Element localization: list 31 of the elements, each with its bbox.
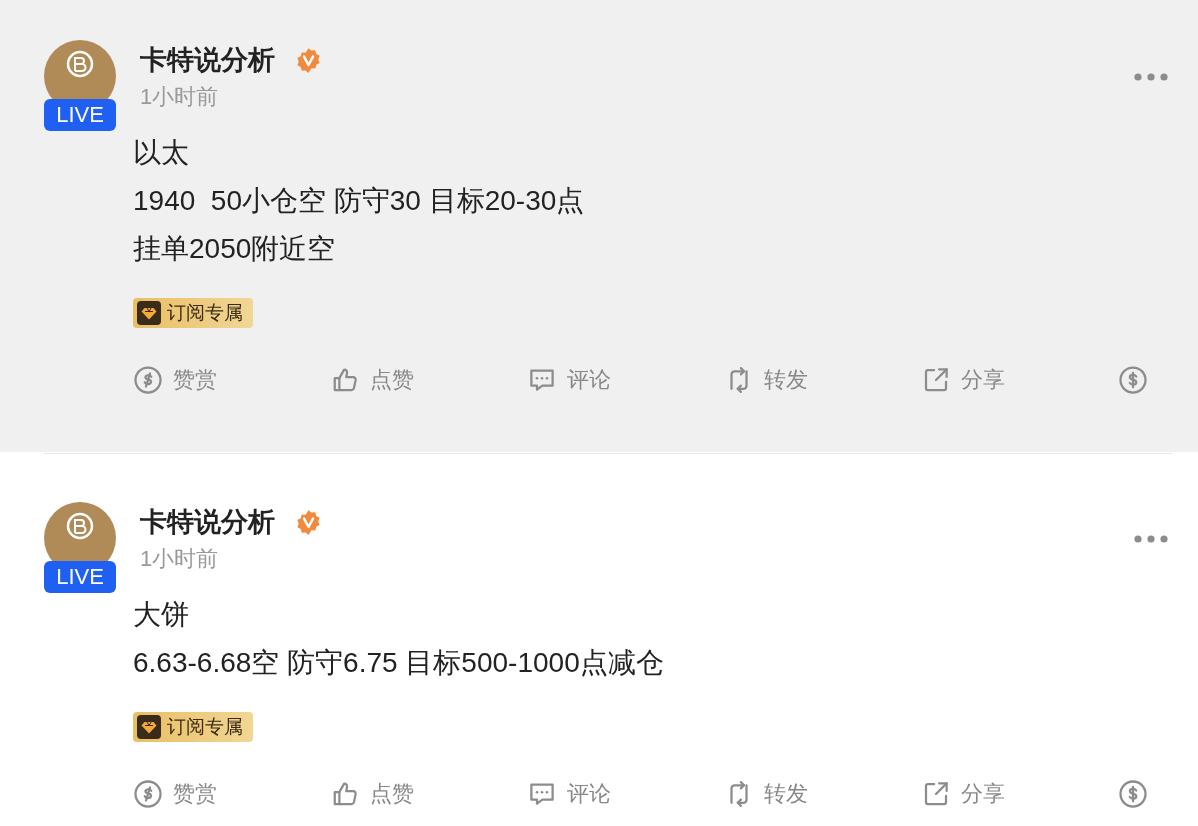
reward-button[interactable]: 赞赏 [133,774,217,814]
share-button[interactable]: 分享 [921,774,1005,814]
dollar-coin-icon [1118,779,1148,809]
tag-label: 订阅专属 [167,715,243,739]
like-button[interactable]: 点赞 [330,360,414,400]
share-button[interactable]: 分享 [921,360,1005,400]
author-name[interactable]: 卡特说分析 [140,40,275,80]
repost-button[interactable]: 转发 [724,774,808,814]
post-text: 6.63-6.68空 防守6.75 目标500-1000点减仓 [133,646,664,680]
coin-icon [133,365,163,395]
dollar-coin-icon [1118,365,1148,395]
like-button[interactable]: 点赞 [330,774,414,814]
comment-button[interactable]: 评论 [527,360,611,400]
post-time: 1小时前 [140,545,219,573]
avatar[interactable] [44,40,116,99]
live-badge: LIVE [44,99,116,131]
post-text: 大饼 [133,598,189,632]
coin-icon [133,779,163,809]
author-name[interactable]: 卡特说分析 [140,502,275,542]
post-text: 以太 [133,136,189,170]
post-text: 1940 50小仓空 防守30 目标20-30点 [133,184,585,218]
more-options-icon[interactable] [1134,535,1168,543]
tag-label: 订阅专属 [167,301,243,325]
more-options-icon[interactable] [1134,73,1168,81]
post-text: 挂单2050附近空 [133,232,336,266]
reward-button[interactable]: 赞赏 [133,360,217,400]
comment-button[interactable]: 评论 [527,774,611,814]
repost-button[interactable]: 转发 [724,360,808,400]
post-time: 1小时前 [140,83,219,111]
live-badge: LIVE [44,561,116,593]
avatar[interactable] [44,502,116,561]
